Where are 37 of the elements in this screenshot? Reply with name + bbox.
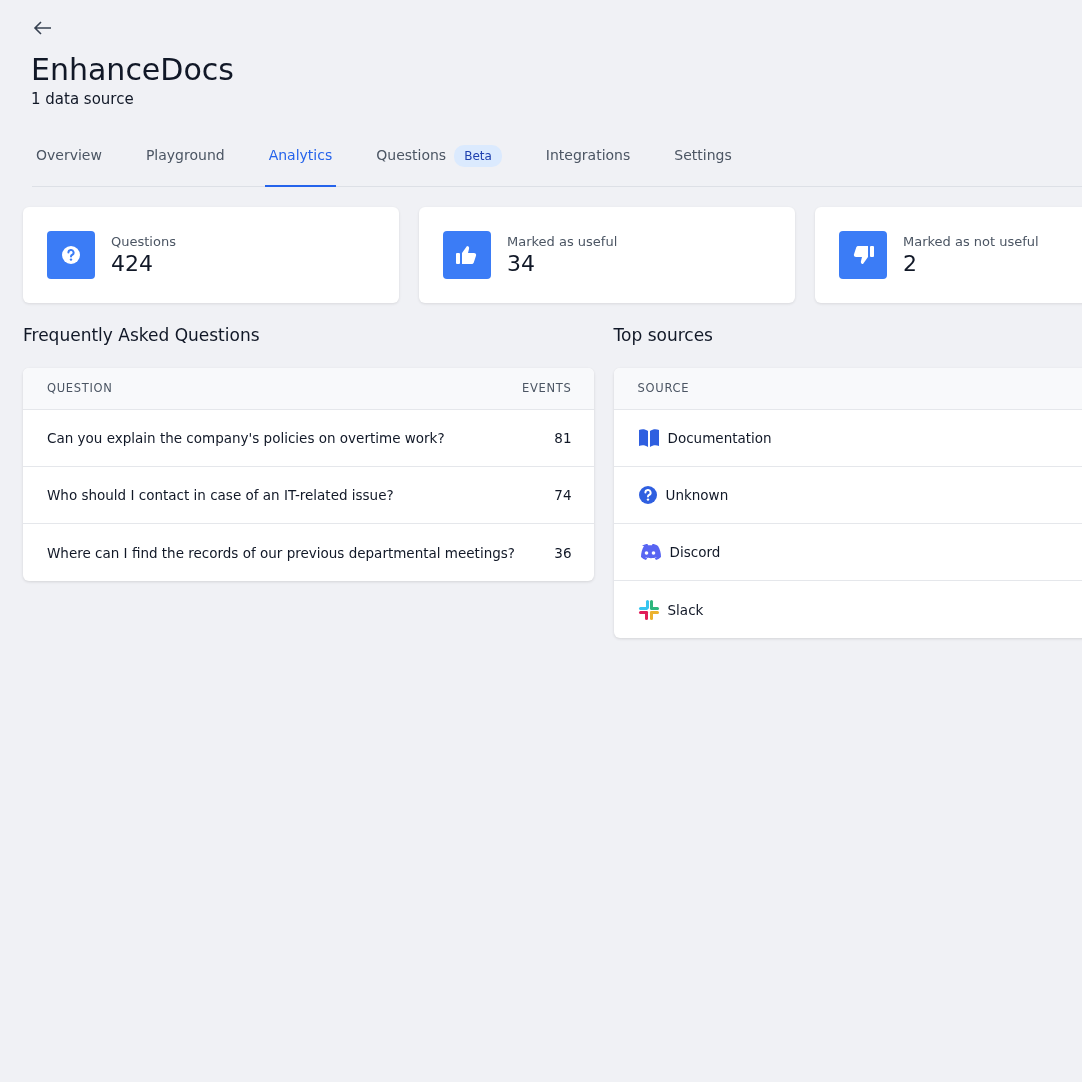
column-header: EVENTS bbox=[522, 380, 572, 397]
stat-label: Marked as not useful bbox=[903, 232, 1039, 251]
column-header: QUESTION bbox=[47, 380, 113, 397]
page-title: EnhanceDocs bbox=[31, 52, 235, 88]
back-arrow-icon bbox=[33, 20, 53, 36]
section-title: Top sources bbox=[613, 323, 714, 347]
stat-value: 34 bbox=[507, 251, 536, 278]
stat-label: Marked as useful bbox=[507, 232, 618, 251]
column-header: SOURCE bbox=[637, 380, 690, 397]
source-name: Discord bbox=[669, 543, 721, 563]
question-cell-text: Who should I contact in case of an IT-related issue? bbox=[47, 486, 394, 506]
page-subtitle: 1 data source bbox=[31, 89, 135, 110]
source-name: Unknown bbox=[665, 486, 729, 506]
hash-icon bbox=[637, 598, 660, 621]
stat-value: 2 bbox=[903, 251, 918, 278]
stat-value: 424 bbox=[111, 251, 154, 278]
question-cell-text: Where can I find the records of our previous departmental meetings? bbox=[47, 543, 515, 563]
thumbs-down-icon bbox=[851, 243, 875, 266]
thumbs-up-icon bbox=[455, 243, 479, 266]
question-icon bbox=[61, 244, 81, 265]
tab[interactable]: Settings bbox=[670, 136, 736, 187]
section-title: Frequently Asked Questions bbox=[23, 323, 261, 347]
book-icon bbox=[637, 428, 660, 449]
question-icon bbox=[637, 485, 658, 506]
events-cell-text: 81 bbox=[554, 429, 572, 449]
tab[interactable]: Playground bbox=[141, 136, 229, 187]
tab[interactable]: Overview bbox=[32, 136, 106, 187]
stat-label: Questions bbox=[111, 232, 176, 251]
question-cell-text: Can you explain the company's policies on overtime work? bbox=[47, 429, 445, 449]
tab[interactable]: Integrations bbox=[541, 136, 635, 187]
beta-badge: Beta bbox=[454, 144, 502, 167]
tab[interactable]: Questions Beta bbox=[372, 136, 506, 187]
events-cell-text: 74 bbox=[554, 486, 572, 506]
source-name: Slack bbox=[667, 600, 704, 620]
source-name: Documentation bbox=[667, 429, 772, 449]
tab[interactable]: Analytics bbox=[264, 136, 337, 187]
events-cell-text: 36 bbox=[554, 543, 572, 563]
